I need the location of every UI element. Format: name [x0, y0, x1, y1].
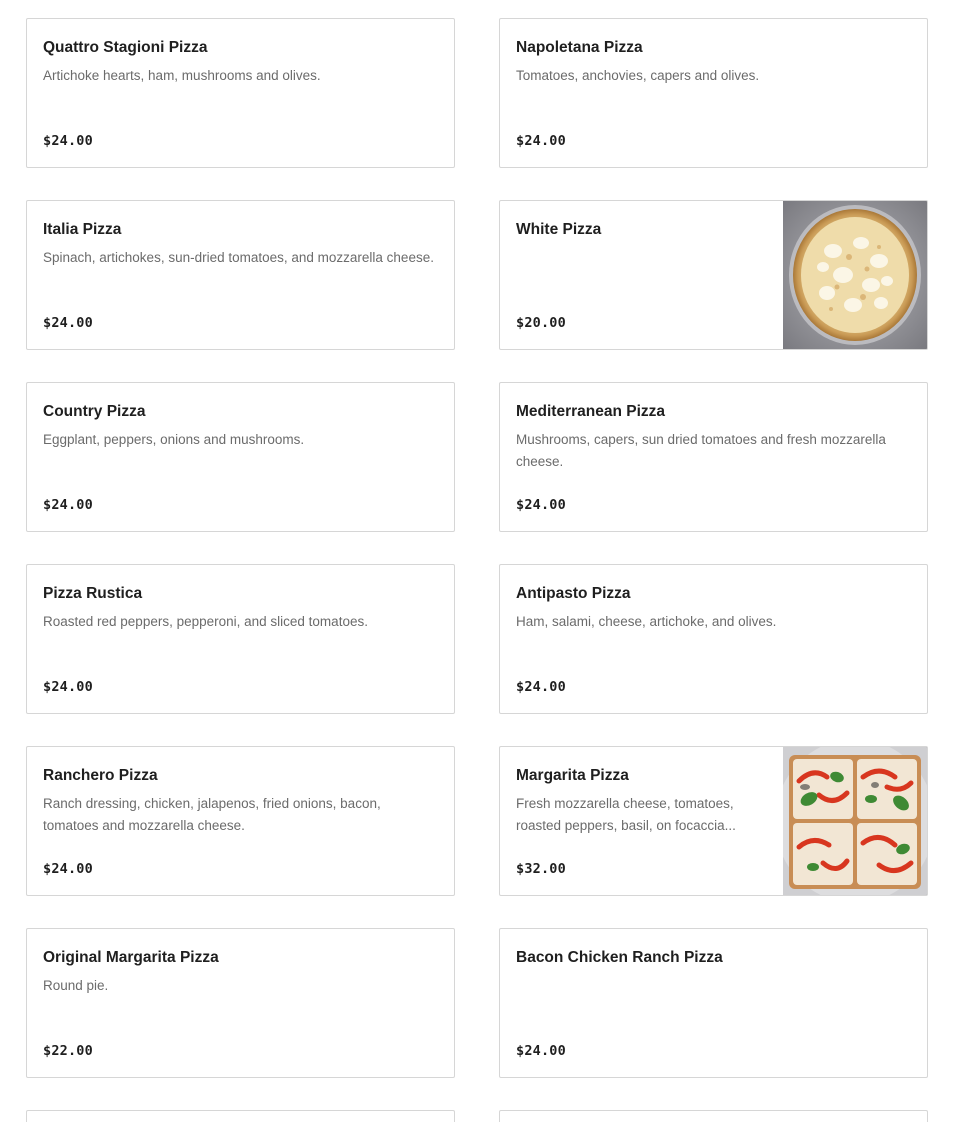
- menu-item-card[interactable]: Italia Pizza Spinach, artichokes, sun-dr…: [26, 200, 455, 350]
- margarita-pizza-photo: [783, 747, 927, 895]
- menu-item-description: Eggplant, peppers, onions and mushrooms.: [43, 432, 305, 447]
- menu-item-description: Tomatoes, anchovies, capers and olives.: [516, 68, 760, 83]
- menu-item-name: Bacon Chicken Ranch Pizza: [516, 949, 723, 966]
- menu-item-price: $20.00: [516, 315, 566, 331]
- menu-item-name: Italia Pizza: [43, 221, 122, 238]
- menu-item-card[interactable]: Napoletana Pizza Tomatoes, anchovies, ca…: [499, 18, 928, 168]
- menu-item-card[interactable]: Country Pizza Eggplant, peppers, onions …: [26, 382, 455, 532]
- menu-item-price: $32.00: [516, 861, 566, 877]
- menu-item-card-partial[interactable]: [26, 1110, 455, 1122]
- menu-item-body: Ranchero Pizza Ranch dressing, chicken, …: [43, 747, 438, 895]
- menu-item-body: White Pizza $20.00: [516, 201, 767, 349]
- menu-item-body: Napoletana Pizza Tomatoes, anchovies, ca…: [516, 19, 911, 167]
- menu-item-card[interactable]: Quattro Stagioni Pizza Artichoke hearts,…: [26, 18, 455, 168]
- menu-item-body: Pizza Rustica Roasted red peppers, peppe…: [43, 565, 438, 713]
- menu-item-price: $24.00: [43, 315, 93, 331]
- menu-item-body: Antipasto Pizza Ham, salami, cheese, art…: [516, 565, 911, 713]
- menu-item-description: Mushrooms, capers, sun dried tomatoes an…: [516, 432, 886, 469]
- menu-item-description: Roasted red peppers, pepperoni, and slic…: [43, 614, 368, 629]
- menu-items-grid: Quattro Stagioni Pizza Artichoke hearts,…: [26, 18, 928, 1078]
- menu-item-name: Country Pizza: [43, 403, 146, 420]
- menu-item-price: $24.00: [43, 133, 93, 149]
- menu-item-price: $24.00: [43, 861, 93, 877]
- menu-item-card[interactable]: Margarita Pizza Fresh mozzarella cheese,…: [499, 746, 928, 896]
- menu-item-card[interactable]: Antipasto Pizza Ham, salami, cheese, art…: [499, 564, 928, 714]
- menu-item-body: Quattro Stagioni Pizza Artichoke hearts,…: [43, 19, 438, 167]
- menu-item-body: Country Pizza Eggplant, peppers, onions …: [43, 383, 438, 531]
- menu-item-card[interactable]: Bacon Chicken Ranch Pizza $24.00: [499, 928, 928, 1078]
- menu-item-body: Margarita Pizza Fresh mozzarella cheese,…: [516, 747, 767, 895]
- menu-item-body: Mediterranean Pizza Mushrooms, capers, s…: [516, 383, 911, 531]
- menu-item-card[interactable]: White Pizza $20.00: [499, 200, 928, 350]
- white-pizza-photo: [783, 201, 927, 349]
- menu-item-description: Spinach, artichokes, sun-dried tomatoes,…: [43, 250, 434, 265]
- menu-item-description: Round pie.: [43, 978, 109, 993]
- menu-item-price: $24.00: [516, 133, 566, 149]
- menu-item-description: Fresh mozzarella cheese, tomatoes, roast…: [516, 796, 736, 833]
- menu-item-card-partial[interactable]: [499, 1110, 928, 1122]
- menu-item-price: $24.00: [516, 497, 566, 513]
- menu-item-price: $24.00: [43, 497, 93, 513]
- menu-item-name: Napoletana Pizza: [516, 39, 643, 56]
- menu-item-body: Original Margarita Pizza Round pie. $22.…: [43, 929, 438, 1077]
- menu-item-description: Ranch dressing, chicken, jalapenos, frie…: [43, 796, 381, 833]
- menu-item-name: Antipasto Pizza: [516, 585, 631, 602]
- menu-item-card[interactable]: Mediterranean Pizza Mushrooms, capers, s…: [499, 382, 928, 532]
- menu-item-description: Ham, salami, cheese, artichoke, and oliv…: [516, 614, 777, 629]
- menu-item-body: Bacon Chicken Ranch Pizza $24.00: [516, 929, 911, 1077]
- menu-item-price: $24.00: [516, 679, 566, 695]
- menu-item-card[interactable]: Pizza Rustica Roasted red peppers, peppe…: [26, 564, 455, 714]
- menu-item-name: Ranchero Pizza: [43, 767, 158, 784]
- menu-item-description: Artichoke hearts, ham, mushrooms and oli…: [43, 68, 321, 83]
- menu-item-price: $22.00: [43, 1043, 93, 1059]
- menu-item-card[interactable]: Ranchero Pizza Ranch dressing, chicken, …: [26, 746, 455, 896]
- menu-item-name: Pizza Rustica: [43, 585, 143, 602]
- menu-item-name: Margarita Pizza: [516, 767, 629, 784]
- menu-item-card[interactable]: Original Margarita Pizza Round pie. $22.…: [26, 928, 455, 1078]
- menu-item-price: $24.00: [516, 1043, 566, 1059]
- menu-item-name: Quattro Stagioni Pizza: [43, 39, 208, 56]
- menu-item-price: $24.00: [43, 679, 93, 695]
- menu-item-name: Original Margarita Pizza: [43, 949, 219, 966]
- menu-item-body: Italia Pizza Spinach, artichokes, sun-dr…: [43, 201, 438, 349]
- menu-item-name: White Pizza: [516, 221, 602, 238]
- menu-item-name: Mediterranean Pizza: [516, 403, 666, 420]
